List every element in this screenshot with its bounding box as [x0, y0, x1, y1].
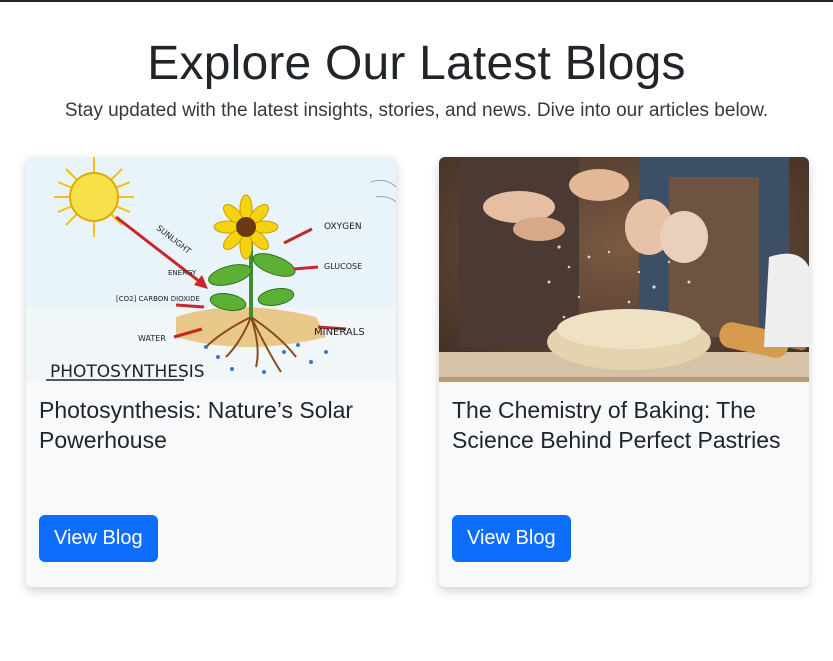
- svg-text:MINERALS: MINERALS: [314, 327, 365, 338]
- svg-text:OXYGEN: OXYGEN: [324, 222, 362, 232]
- hero-section: Explore Our Latest Blogs Stay updated wi…: [0, 34, 833, 124]
- top-border: [0, 0, 833, 2]
- blog-card-baking: The Chemistry of Baking: The Science Beh…: [439, 157, 809, 587]
- view-blog-button[interactable]: View Blog: [39, 515, 158, 562]
- blog-card-photosynthesis: SUNLIGHT ENERGY OXYGEN GLUCOSE [CO2] CAR…: [26, 157, 396, 587]
- baking-photo: [439, 157, 809, 382]
- page-title: Explore Our Latest Blogs: [147, 37, 686, 90]
- page-subtitle: Stay updated with the latest insights, s…: [64, 100, 769, 121]
- svg-text:ENERGY: ENERGY: [168, 269, 197, 277]
- view-blog-button[interactable]: View Blog: [452, 515, 571, 562]
- blog-card-title: Photosynthesis: Nature’s Solar Powerhous…: [39, 397, 354, 453]
- blog-card-title: The Chemistry of Baking: The Science Beh…: [452, 397, 781, 453]
- sun-icon: [54, 157, 134, 237]
- svg-text:GLUCOSE: GLUCOSE: [324, 262, 362, 271]
- svg-text:PHOTOSYNTHESIS: PHOTOSYNTHESIS: [50, 362, 205, 382]
- photosynthesis-illustration: SUNLIGHT ENERGY OXYGEN GLUCOSE [CO2] CAR…: [26, 157, 396, 382]
- svg-text:[CO2] CARBON DIOXIDE: [CO2] CARBON DIOXIDE: [116, 295, 200, 303]
- svg-text:WATER: WATER: [138, 334, 166, 343]
